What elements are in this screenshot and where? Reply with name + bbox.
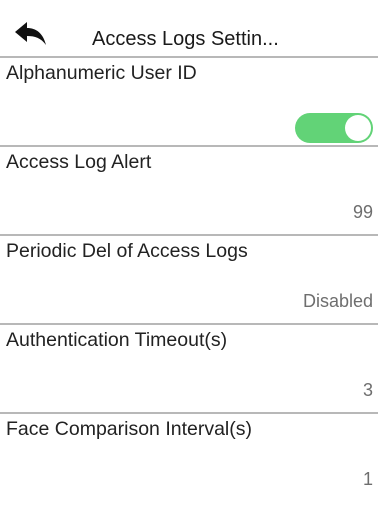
setting-label: Authentication Timeout(s) [6, 329, 228, 351]
setting-row-authentication-timeout[interactable]: Authentication Timeout(s) 3 [0, 323, 378, 412]
setting-label: Access Log Alert [6, 151, 152, 173]
setting-row-face-comparison-interval[interactable]: Face Comparison Interval(s) 1 [0, 412, 378, 501]
setting-label: Periodic Del of Access Logs [6, 240, 248, 262]
alphanumeric-user-id-toggle[interactable] [295, 113, 373, 143]
setting-row-access-log-alert[interactable]: Access Log Alert 99 [0, 145, 378, 234]
access-logs-settings-screen: Access Logs Settin... Alphanumeric User … [0, 0, 378, 506]
setting-value: 99 [352, 202, 373, 222]
setting-label: Face Comparison Interval(s) [6, 418, 252, 440]
page-title: Access Logs Settin... [92, 28, 279, 50]
setting-row-periodic-del-access-logs[interactable]: Periodic Del of Access Logs Disabled [0, 234, 378, 323]
settings-list: Alphanumeric User ID Access Log Alert 99… [0, 56, 378, 501]
setting-row-alphanumeric-user-id[interactable]: Alphanumeric User ID [0, 56, 378, 145]
back-arrow-icon [15, 22, 46, 45]
back-button[interactable] [14, 21, 48, 47]
setting-label: Alphanumeric User ID [6, 62, 197, 84]
setting-value: 1 [362, 469, 373, 489]
header-bar: Access Logs Settin... [0, 0, 378, 56]
setting-value: 3 [362, 380, 373, 400]
toggle-knob [345, 115, 371, 141]
setting-value: Disabled [302, 291, 373, 311]
